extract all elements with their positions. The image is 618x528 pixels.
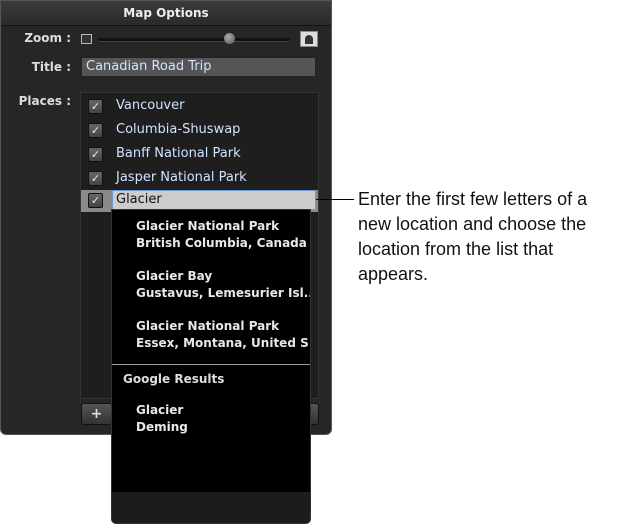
dropdown-footer <box>112 492 310 523</box>
title-input[interactable]: Canadian Road Trip <box>81 57 316 77</box>
place-name: Banff National Park <box>116 146 241 161</box>
callout-line <box>316 199 354 200</box>
suggestion-detail: Essex, Montana, United S... <box>136 336 311 350</box>
suggestion-name: Glacier National Park <box>136 319 280 333</box>
zoom-label: Zoom : <box>24 31 71 45</box>
suggestion-item[interactable]: Glacier National Park Essex, Montana, Uni… <box>136 318 311 352</box>
suggestion-name: Glacier Bay <box>136 269 213 283</box>
suggestion-detail: Gustavus, Lemesurier Isl... <box>136 286 311 300</box>
suggestion-name: Glacier <box>136 403 184 417</box>
places-label: Places : <box>18 94 71 108</box>
zoom-in-icon[interactable] <box>300 31 318 47</box>
panel-title: Map Options <box>1 1 331 26</box>
place-name: Vancouver <box>116 98 185 113</box>
google-results-header: Google Results <box>123 372 225 386</box>
checkbox[interactable]: ✓ <box>88 171 103 186</box>
location-suggestions-dropdown: Glacier National Park British Columbia, C… <box>111 209 311 524</box>
place-search-input[interactable]: Glacier <box>112 190 316 210</box>
suggestion-item[interactable]: Glacier National Park British Columbia, C… <box>136 218 307 252</box>
zoom-slider[interactable] <box>98 38 290 42</box>
place-name: Columbia-Shuswap <box>116 122 241 137</box>
title-label: Title : <box>31 60 71 74</box>
checkbox[interactable]: ✓ <box>88 123 103 138</box>
place-name: Jasper National Park <box>116 170 247 185</box>
list-item[interactable]: ✓ Vancouver <box>81 95 318 117</box>
suggestion-item[interactable]: Glacier Deming <box>136 402 188 436</box>
zoom-slider-knob[interactable] <box>223 33 235 44</box>
suggestion-name: Glacier National Park <box>136 219 280 233</box>
list-item[interactable]: ✓ Jasper National Park <box>81 167 318 189</box>
list-item[interactable]: ✓ Columbia-Shuswap <box>81 119 318 141</box>
suggestion-detail: Deming <box>136 420 188 434</box>
add-place-button[interactable]: + <box>81 403 112 425</box>
suggestion-item[interactable]: Glacier Bay Gustavus, Lemesurier Isl... <box>136 268 311 302</box>
checkbox[interactable]: ✓ <box>88 147 103 162</box>
zoom-out-icon[interactable] <box>81 34 92 44</box>
checkbox[interactable]: ✓ <box>88 99 103 114</box>
checkbox[interactable]: ✓ <box>88 193 103 208</box>
callout-text: Enter the first few letters of a new loc… <box>358 189 588 284</box>
list-item[interactable]: ✓ Banff National Park <box>81 143 318 165</box>
divider <box>112 364 310 365</box>
suggestion-detail: British Columbia, Canada <box>136 236 307 250</box>
